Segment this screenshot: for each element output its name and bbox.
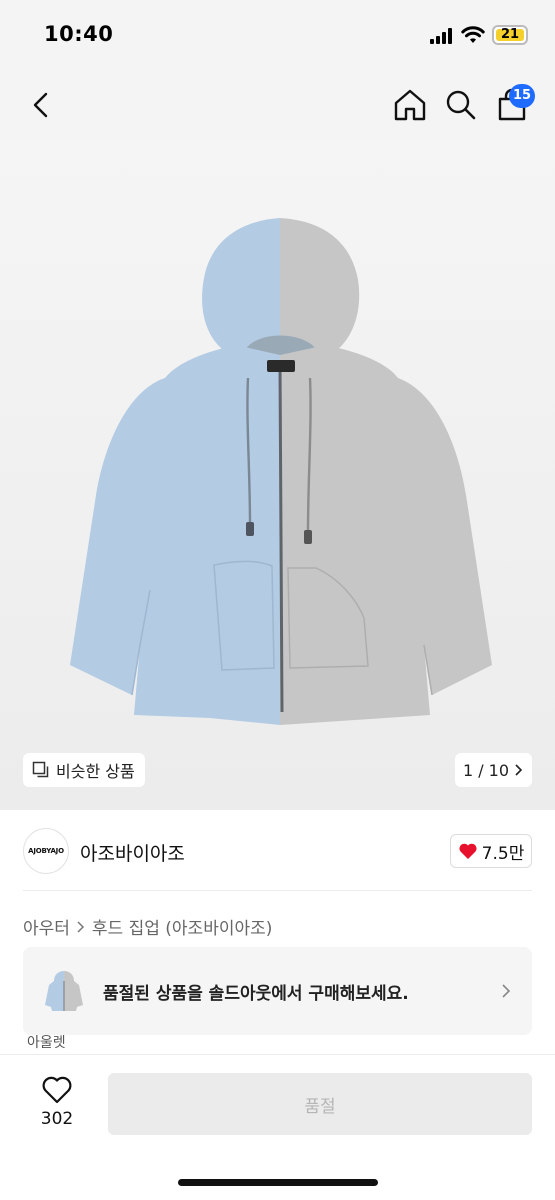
soldout-banner-text: 품절된 상품을 솔드아웃에서 구매해보세요. [103,984,409,1004]
soldout-banner[interactable]: 품절된 상품을 솔드아웃에서 구매해보세요. [23,947,532,1035]
chevron-right-icon [502,984,511,998]
breadcrumb: 아우터 후드 집업 (아조바이아조) [23,914,272,939]
heart-filled-icon [459,843,477,859]
similar-products-label: 비슷한 상품 [56,762,135,781]
back-arrow-icon[interactable] [24,87,60,123]
similar-products-button[interactable]: 비슷한 상품 [23,753,145,787]
breadcrumb-category[interactable]: 아우터 [23,914,70,939]
image-pager-text: 1 / 10 [462,760,510,780]
similar-products-icon [32,761,49,778]
product-image [70,218,492,725]
soldout-buy-button[interactable]: 품절 [108,1073,532,1135]
nav-bar [0,72,555,140]
battery-level: 21 [500,27,520,42]
breadcrumb-subcategory[interactable]: 후드 집업 (아조바이아조) [92,914,272,939]
brand-row[interactable]: AJOBYAJO 아조바이아조 7.5만 [0,810,555,892]
wishlist-button[interactable]: 302 [34,1075,80,1135]
brand-like-count: 7.5만 [481,843,525,864]
wifi-icon [461,26,485,43]
brand-like-button[interactable]: 7.5만 [450,834,532,868]
search-icon[interactable] [443,87,479,123]
brand-logo[interactable]: AJOBYAJO [23,828,69,874]
battery-icon: 21 [492,25,528,45]
divider [23,890,532,891]
wishlist-count: 302 [40,1109,74,1129]
home-indicator[interactable] [178,1179,378,1186]
status-time: 10:40 [44,22,114,46]
outlet-label: 아울렛 [27,1035,66,1051]
home-icon[interactable] [392,87,428,123]
product-thumbnail [45,971,83,1011]
cart-count-badge: 15 [509,84,535,108]
product-image-gallery[interactable]: 비슷한 상품 1 / 10 [0,140,555,810]
chevron-right-icon [77,920,84,933]
brand-name[interactable]: 아조바이아조 [80,839,185,866]
image-pager[interactable]: 1 / 10 [455,753,532,787]
status-bar: 10:40 21 [0,0,555,72]
cellular-signal-icon [430,28,452,44]
chevron-right-icon [515,764,523,776]
heart-outline-icon [42,1076,72,1104]
